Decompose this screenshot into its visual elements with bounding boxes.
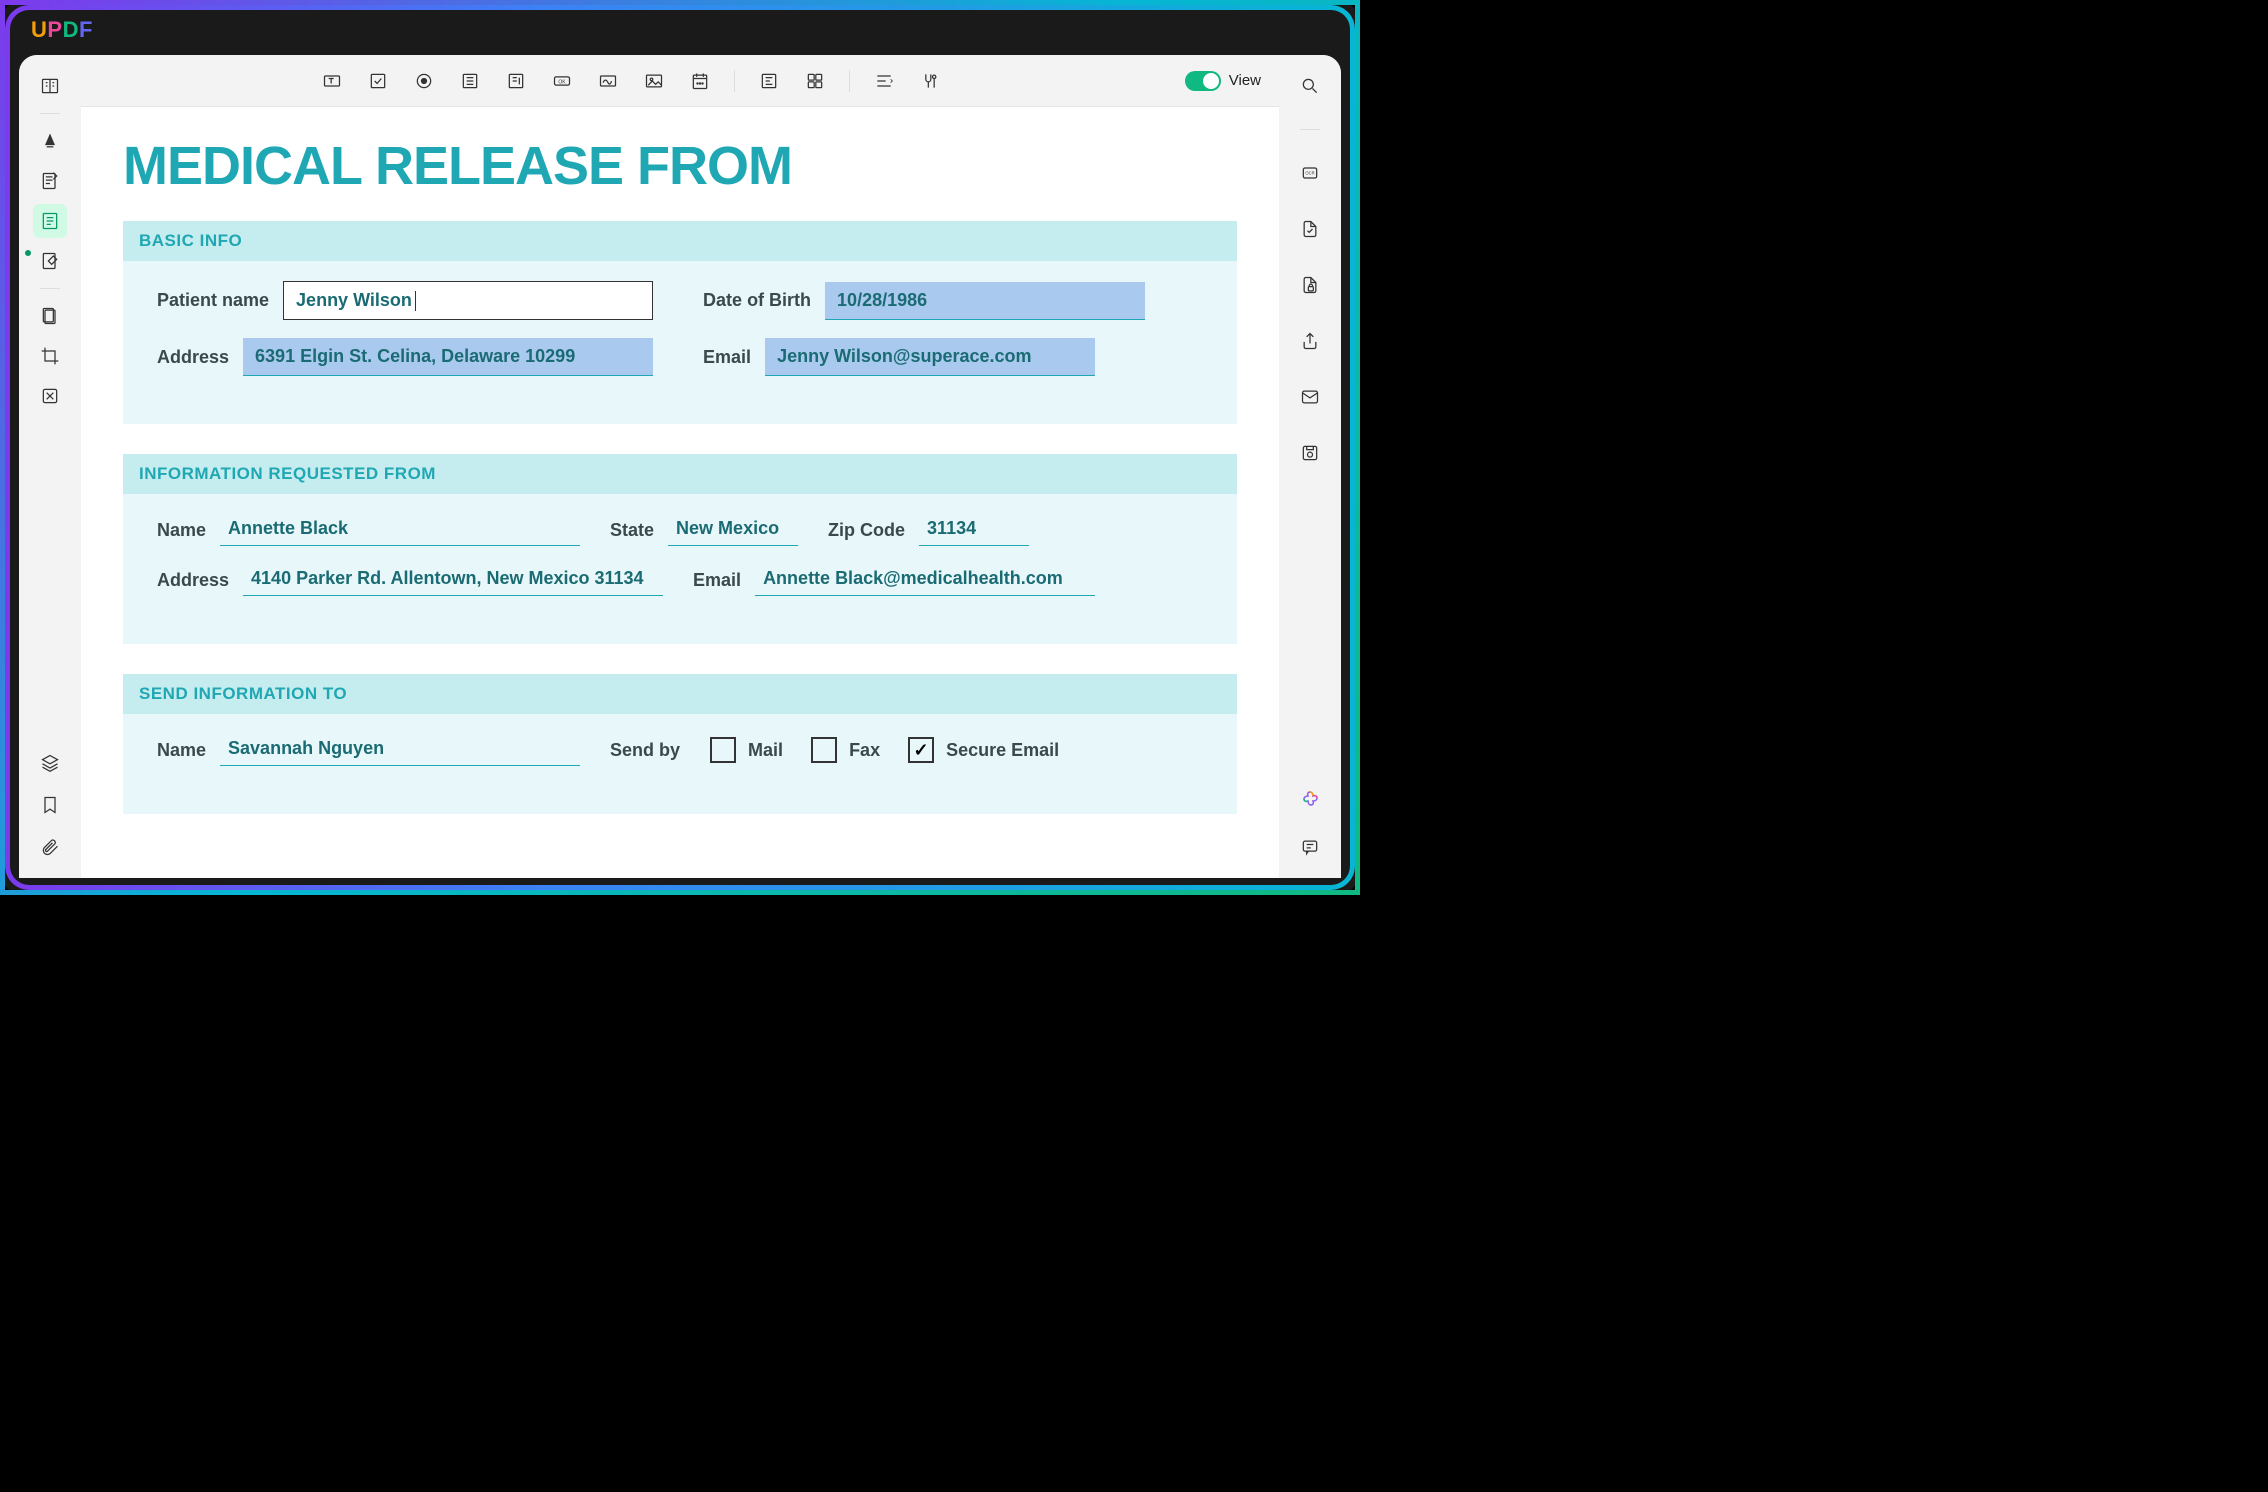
reader-mode-button[interactable]	[33, 69, 67, 103]
patient-name-label: Patient name	[157, 290, 269, 311]
address-label: Address	[157, 347, 229, 368]
convert-button[interactable]	[1293, 212, 1327, 246]
dob-field[interactable]: 10/28/1986	[825, 282, 1145, 320]
attachment-button[interactable]	[33, 830, 67, 864]
form-mode-button[interactable]	[33, 204, 67, 238]
crop-button[interactable]	[33, 339, 67, 373]
req-zip-field[interactable]: 31134	[919, 514, 1029, 546]
date-tool[interactable]	[688, 69, 712, 93]
annotate-button[interactable]	[33, 124, 67, 158]
separator	[40, 288, 60, 289]
svg-text:OCR: OCR	[1305, 171, 1314, 176]
tools-button[interactable]	[918, 69, 942, 93]
section-requested-from: INFORMATION REQUESTED FROM Name Annette …	[123, 454, 1237, 644]
signature-tool[interactable]	[596, 69, 620, 93]
right-rail: OCR	[1279, 55, 1341, 878]
svg-text:OK: OK	[558, 79, 566, 85]
bookmark-button[interactable]	[33, 788, 67, 822]
req-state-label: State	[610, 520, 654, 541]
main-area: OK View MEDICAL RELEASE FROM	[81, 55, 1279, 878]
layers-button[interactable]	[33, 746, 67, 780]
section-header: SEND INFORMATION TO	[123, 674, 1237, 714]
email-button[interactable]	[1293, 380, 1327, 414]
sendby-label: Send by	[610, 740, 680, 761]
separator	[1300, 129, 1320, 130]
req-name-label: Name	[157, 520, 206, 541]
share-button[interactable]	[1293, 324, 1327, 358]
form-properties-tool[interactable]	[757, 69, 781, 93]
req-address-label: Address	[157, 570, 229, 591]
mail-label: Mail	[748, 740, 783, 761]
form-grid-tool[interactable]	[803, 69, 827, 93]
dob-label: Date of Birth	[703, 290, 811, 311]
updf-ai-icon[interactable]	[1298, 788, 1322, 812]
fill-sign-button[interactable]	[33, 244, 67, 278]
section-send-to: SEND INFORMATION TO Name Savannah Nguyen…	[123, 674, 1237, 814]
send-name-field[interactable]: Savannah Nguyen	[220, 734, 580, 766]
form-toolbar: OK View	[81, 55, 1279, 107]
image-field-tool[interactable]	[642, 69, 666, 93]
save-button[interactable]	[1293, 436, 1327, 470]
titlebar: UPDF	[5, 5, 1355, 55]
align-tool[interactable]	[872, 69, 896, 93]
separator	[40, 113, 60, 114]
inner-frame: OK View MEDICAL RELEASE FROM	[19, 55, 1341, 878]
secure-email-checkbox[interactable]: ✓	[908, 737, 934, 763]
section-header: INFORMATION REQUESTED FROM	[123, 454, 1237, 494]
left-rail	[19, 55, 81, 878]
button-tool[interactable]: OK	[550, 69, 574, 93]
view-toggle[interactable]: View	[1185, 71, 1261, 91]
section-header: BASIC INFO	[123, 221, 1237, 261]
ocr-button[interactable]: OCR	[1293, 156, 1327, 190]
req-address-field[interactable]: 4140 Parker Rd. Allentown, New Mexico 31…	[243, 564, 663, 596]
req-email-field[interactable]: Annette Black@medicalhealth.com	[755, 564, 1095, 596]
toggle-switch[interactable]	[1185, 71, 1221, 91]
email-label: Email	[703, 347, 751, 368]
redact-button[interactable]	[33, 379, 67, 413]
text-field-tool[interactable]	[320, 69, 344, 93]
view-label: View	[1229, 72, 1261, 89]
edit-pdf-button[interactable]	[33, 164, 67, 198]
separator	[849, 70, 850, 92]
send-name-label: Name	[157, 740, 206, 761]
active-indicator	[25, 250, 31, 256]
document-area[interactable]: MEDICAL RELEASE FROM BASIC INFO Patient …	[81, 107, 1279, 878]
secure-label: Secure Email	[946, 740, 1059, 761]
req-state-field[interactable]: New Mexico	[668, 514, 798, 546]
app-window: UPDF	[0, 0, 1360, 895]
section-basic-info: BASIC INFO Patient name Jenny Wilson Dat…	[123, 221, 1237, 424]
document-title: MEDICAL RELEASE FROM	[123, 135, 1237, 197]
organize-pages-button[interactable]	[33, 299, 67, 333]
req-email-label: Email	[693, 570, 741, 591]
text-cursor	[415, 291, 417, 311]
separator	[734, 70, 735, 92]
comment-button[interactable]	[1293, 830, 1327, 864]
req-name-field[interactable]: Annette Black	[220, 514, 580, 546]
mail-checkbox[interactable]	[710, 737, 736, 763]
address-field[interactable]: 6391 Elgin St. Celina, Delaware 10299	[243, 338, 653, 376]
protect-button[interactable]	[1293, 268, 1327, 302]
patient-name-input[interactable]: Jenny Wilson	[283, 281, 653, 320]
fax-checkbox[interactable]	[811, 737, 837, 763]
search-button[interactable]	[1293, 69, 1327, 103]
listbox-tool[interactable]	[458, 69, 482, 93]
fax-label: Fax	[849, 740, 880, 761]
email-field[interactable]: Jenny Wilson@superace.com	[765, 338, 1095, 376]
checkbox-tool[interactable]	[366, 69, 390, 93]
sendby-options: Mail Fax ✓ Secure Email	[710, 737, 1059, 763]
radio-tool[interactable]	[412, 69, 436, 93]
dropdown-tool[interactable]	[504, 69, 528, 93]
req-zip-label: Zip Code	[828, 520, 905, 541]
app-logo: UPDF	[31, 17, 93, 43]
